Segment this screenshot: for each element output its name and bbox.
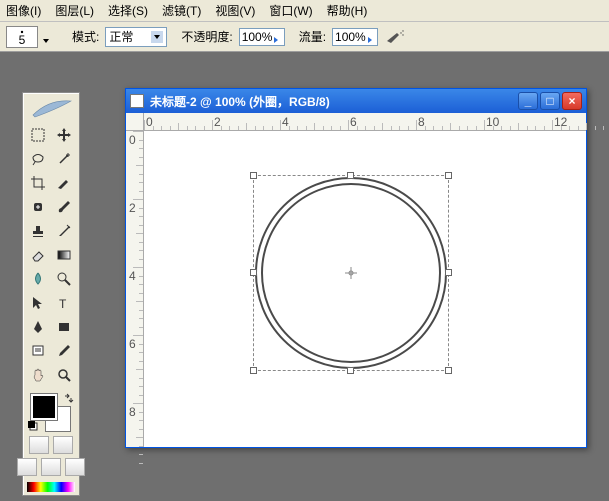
airbrush-icon: [385, 29, 405, 45]
workspace: T 未标题-2 @ 100% (外圈，RGB/8): [0, 52, 609, 501]
document-body: 024681012 0 2 4 6 8: [126, 113, 586, 447]
tool-history-brush[interactable]: [52, 220, 76, 242]
tool-blur[interactable]: [26, 268, 50, 290]
tool-healing-brush[interactable]: [26, 196, 50, 218]
transform-center-icon[interactable]: [345, 267, 357, 279]
tool-slice[interactable]: [52, 172, 76, 194]
transform-handle-s[interactable]: [347, 367, 354, 374]
blend-mode-select[interactable]: 正常: [105, 27, 167, 47]
options-bar: 5 模式: 正常 不透明度: 100% 流量: 100%: [0, 22, 609, 52]
menu-bar: 图像(I) 图层(L) 选择(S) 滤镜(T) 视图(V) 窗口(W) 帮助(H…: [0, 0, 609, 22]
ruler-horizontal[interactable]: 024681012: [144, 113, 586, 131]
flow-value: 100%: [335, 30, 366, 44]
tool-path-select[interactable]: [26, 292, 50, 314]
quick-mask-row: [29, 436, 73, 454]
chevron-down-icon: [43, 32, 49, 46]
tool-zoom[interactable]: [52, 364, 76, 386]
menu-filter[interactable]: 滤镜(T): [162, 2, 201, 19]
window-buttons: _ □ ×: [518, 92, 582, 110]
tool-eraser[interactable]: [26, 244, 50, 266]
title-bar[interactable]: 未标题-2 @ 100% (外圈，RGB/8) _ □ ×: [126, 89, 586, 113]
tool-gradient[interactable]: [52, 244, 76, 266]
chevron-right-icon: [274, 32, 281, 42]
ruler-v-label: 2: [129, 201, 136, 215]
standard-mode-button[interactable]: [29, 436, 49, 454]
transform-handle-e[interactable]: [445, 269, 452, 276]
chevron-down-icon: [151, 31, 163, 43]
feather-icon: [29, 97, 73, 119]
chevron-right-icon: [368, 32, 375, 42]
mode-label: 模式:: [72, 28, 99, 45]
default-colors-icon[interactable]: [27, 420, 39, 432]
brush-dot-icon: [8, 28, 36, 38]
toolbox-panel: T: [22, 92, 80, 496]
screen-mode-row: [17, 458, 85, 476]
transform-handle-sw[interactable]: [250, 367, 257, 374]
document-title: 未标题-2 @ 100% (外圈，RGB/8): [150, 93, 512, 110]
tool-hand[interactable]: [26, 364, 50, 386]
transform-handle-se[interactable]: [445, 367, 452, 374]
app-logo: [27, 96, 75, 120]
tool-dodge[interactable]: [52, 268, 76, 290]
transform-bounding-box[interactable]: [253, 175, 449, 371]
transform-handle-w[interactable]: [250, 269, 257, 276]
flow-input[interactable]: 100%: [332, 28, 378, 46]
blend-mode-value: 正常: [109, 28, 133, 45]
menu-help[interactable]: 帮助(H): [327, 2, 368, 19]
menu-layer[interactable]: 图层(L): [55, 2, 94, 19]
swap-colors-icon[interactable]: [63, 392, 75, 404]
canvas[interactable]: [144, 131, 586, 447]
svg-text:T: T: [59, 297, 67, 311]
foreground-color-swatch[interactable]: [31, 394, 57, 420]
tool-eyedropper[interactable]: [52, 340, 76, 362]
ruler-v-label: 0: [129, 133, 136, 147]
tool-move[interactable]: [52, 124, 76, 146]
document-window: 未标题-2 @ 100% (外圈，RGB/8) _ □ × 024681012 …: [125, 88, 587, 448]
tool-brush[interactable]: [52, 196, 76, 218]
menu-window[interactable]: 窗口(W): [269, 2, 312, 19]
color-ramp[interactable]: [27, 482, 75, 492]
tool-shape[interactable]: [52, 316, 76, 338]
brush-preset-picker[interactable]: 5: [6, 26, 38, 48]
screen-standard-button[interactable]: [17, 458, 37, 476]
menu-view[interactable]: 视图(V): [215, 2, 255, 19]
tool-grid: T: [26, 124, 76, 386]
menu-image[interactable]: 图像(I): [6, 2, 41, 19]
ruler-v-label: 8: [129, 405, 136, 419]
quick-mask-button[interactable]: [53, 436, 73, 454]
minimize-button[interactable]: _: [518, 92, 538, 110]
tool-crop[interactable]: [26, 172, 50, 194]
tool-lasso[interactable]: [26, 148, 50, 170]
tool-marquee[interactable]: [26, 124, 50, 146]
tool-notes[interactable]: [26, 340, 50, 362]
transform-handle-ne[interactable]: [445, 172, 452, 179]
tool-pen[interactable]: [26, 316, 50, 338]
flow-label: 流量:: [299, 28, 326, 45]
transform-handle-nw[interactable]: [250, 172, 257, 179]
ruler-v-label: 6: [129, 337, 136, 351]
opacity-label: 不透明度:: [181, 28, 232, 45]
maximize-button[interactable]: □: [540, 92, 560, 110]
ruler-vertical[interactable]: 0 2 4 6 8: [126, 131, 144, 447]
ruler-v-label: 4: [129, 269, 136, 283]
color-swatches[interactable]: [27, 392, 75, 432]
opacity-value: 100%: [242, 30, 273, 44]
opacity-input[interactable]: 100%: [239, 28, 285, 46]
tool-stamp[interactable]: [26, 220, 50, 242]
tool-magic-wand[interactable]: [52, 148, 76, 170]
menu-select[interactable]: 选择(S): [108, 2, 148, 19]
close-button[interactable]: ×: [562, 92, 582, 110]
screen-full-button[interactable]: [65, 458, 85, 476]
screen-full-menu-button[interactable]: [41, 458, 61, 476]
tool-type[interactable]: T: [52, 292, 76, 314]
document-icon: [130, 94, 144, 108]
transform-handle-n[interactable]: [347, 172, 354, 179]
ruler-corner: [126, 113, 144, 131]
airbrush-toggle[interactable]: [384, 28, 406, 46]
